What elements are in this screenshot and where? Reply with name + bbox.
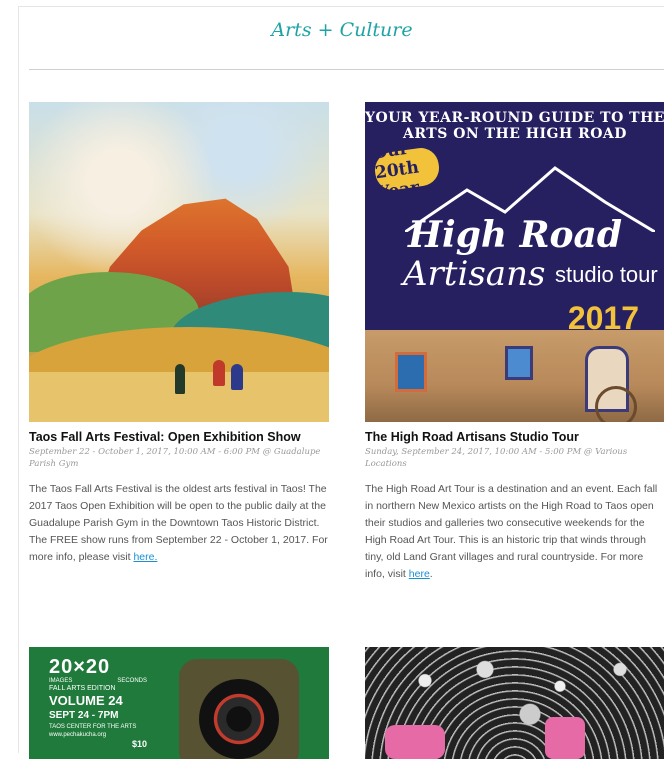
poster-edition: FALL ARTS EDITION	[49, 685, 116, 692]
poster-adobe-scene	[365, 330, 664, 422]
illustration-pink-shape	[385, 725, 445, 759]
painting-figure	[231, 364, 243, 390]
poster-seconds-label: SECONDS	[117, 678, 147, 684]
poster-url: www.pechakucha.org	[49, 732, 107, 738]
poster-date: SEPT 24 - 7PM	[49, 710, 119, 721]
event-description: The Taos Fall Arts Festival is the oldes…	[29, 481, 329, 566]
painting-tree	[175, 364, 185, 394]
event-title[interactable]: The High Road Artisans Studio Tour	[365, 430, 664, 444]
poster-price: $10	[131, 739, 147, 749]
section-title: Arts + Culture	[271, 19, 413, 41]
section-header: Arts + Culture	[19, 7, 664, 53]
cart-wheel-icon	[595, 386, 637, 422]
poster-subline: IMAGES SECONDS	[49, 677, 147, 685]
event-card-high-road-tour: Your Year-Round Guide to the Arts on the…	[365, 102, 664, 583]
event-card-taos-fall-arts: Taos Fall Arts Festival: Open Exhibition…	[29, 102, 329, 566]
event-meta: Sunday, September 24, 2017, 10:00 AM - 5…	[365, 447, 628, 469]
event-meta: September 22 - October 1, 2017, 10:00 AM…	[29, 447, 321, 469]
poster-20x20: 20×20	[49, 656, 111, 678]
event-image-ink-illustration[interactable]	[365, 647, 664, 759]
event-image-landscape-painting[interactable]	[29, 102, 329, 422]
poster-venue: TAOS CENTER FOR THE ARTS	[49, 724, 137, 730]
illustration-pink-shape	[545, 717, 585, 759]
event-image-pechakucha-poster[interactable]: 20×20 IMAGES SECONDS FALL ARTS EDITION V…	[29, 647, 329, 759]
poster-text-block: 20×20 IMAGES SECONDS FALL ARTS EDITION V…	[49, 657, 147, 749]
event-more-info-link[interactable]: here.	[133, 551, 157, 563]
wheel-icon	[199, 679, 279, 759]
poster-script-title: High Road	[408, 214, 622, 256]
event-description-suffix: .	[429, 568, 433, 580]
event-description-text: The High Road Art Tour is a destination …	[365, 483, 658, 580]
event-title[interactable]: Taos Fall Arts Festival: Open Exhibition…	[29, 430, 329, 444]
section-divider	[29, 69, 664, 70]
arts-culture-section: Arts + Culture Taos Fall Arts Festival: …	[18, 6, 664, 759]
poster-volume: VOLUME 24	[49, 693, 123, 708]
poster-images-label: IMAGES	[49, 678, 73, 684]
event-image-high-road-poster[interactable]: Your Year-Round Guide to the Arts on the…	[365, 102, 664, 422]
event-description: The High Road Art Tour is a destination …	[365, 481, 664, 583]
painting-figure	[213, 360, 225, 386]
adobe-window	[395, 352, 427, 392]
poster-studio-tour: studio tour	[555, 262, 658, 287]
event-more-info-link[interactable]: here	[409, 568, 430, 580]
adobe-window	[505, 346, 533, 380]
event-description-text: The Taos Fall Arts Festival is the oldes…	[29, 483, 328, 563]
poster-headline-line1: Your Year-Round Guide to the	[365, 110, 664, 126]
